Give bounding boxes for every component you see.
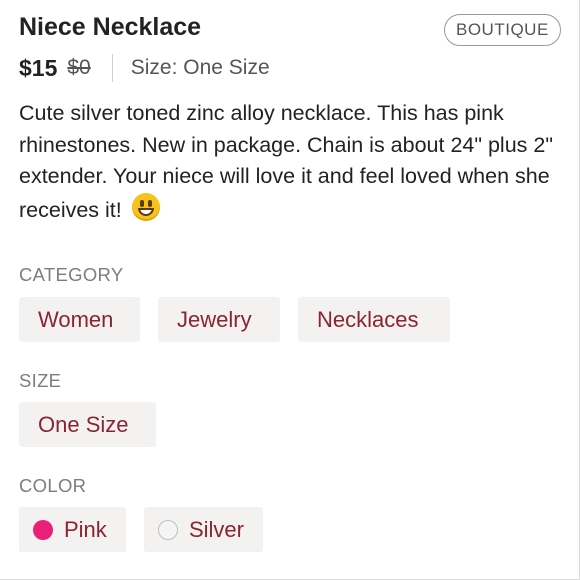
grinning-face-emoji-icon: [131, 192, 160, 221]
color-chip-label: Silver: [188, 516, 244, 542]
price: $15: [19, 54, 58, 81]
original-price: $0: [67, 56, 91, 79]
size-chip-one-size[interactable]: One Size: [19, 402, 156, 447]
boutique-badge[interactable]: BOUTIQUE: [444, 14, 561, 46]
category-chip-women[interactable]: Women: [19, 297, 140, 342]
color-chip-label: Pink: [64, 516, 107, 542]
description-text: Cute silver toned zinc alloy necklace. T…: [19, 101, 553, 222]
color-chip-silver[interactable]: Silver: [144, 507, 263, 552]
description: Cute silver toned zinc alloy necklace. T…: [19, 98, 567, 226]
category-chip-necklaces[interactable]: Necklaces: [298, 297, 450, 342]
size-summary: Size: One Size: [130, 56, 270, 79]
price-row: $15 $0 Size: One Size: [19, 53, 270, 83]
divider: [111, 54, 113, 82]
color-label: COLOR: [19, 475, 87, 496]
listing-title: Niece Necklace: [19, 13, 202, 41]
silver-swatch-icon: [158, 519, 178, 540]
category-label: CATEGORY: [19, 264, 124, 285]
pink-swatch-icon: [33, 519, 53, 540]
color-chip-pink[interactable]: Pink: [19, 507, 126, 552]
size-label: SIZE: [19, 370, 62, 391]
listing-details: Niece Necklace BOUTIQUE $15 $0 Size: One…: [0, 0, 580, 580]
category-chip-jewelry[interactable]: Jewelry: [158, 297, 280, 342]
